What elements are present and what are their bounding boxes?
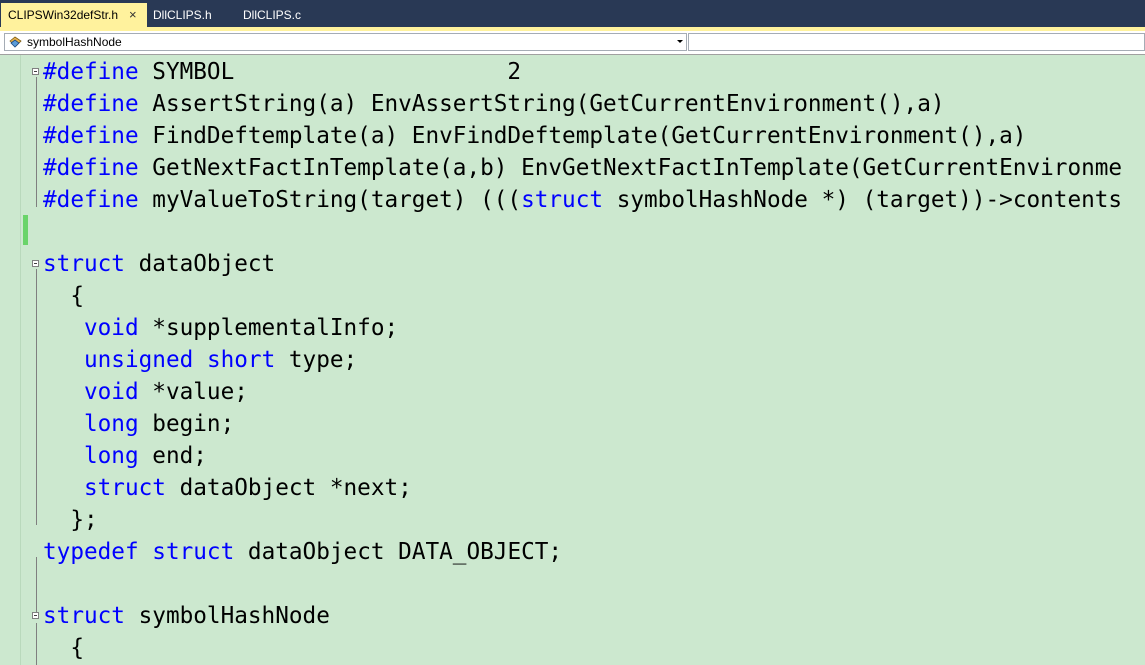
outline-guide <box>36 269 37 525</box>
code-keyword: #define <box>43 91 139 117</box>
code-line[interactable]: long begin; <box>43 408 234 440</box>
code-text: FindDeftemplate(a) EnvFindDeftemplate(Ge… <box>138 123 1027 149</box>
code-line[interactable]: { <box>43 632 84 664</box>
code-keyword: #define <box>43 123 139 149</box>
code-text: }; <box>70 507 98 533</box>
chevron-down-icon[interactable] <box>677 40 683 43</box>
code-line[interactable]: #define AssertString(a) EnvAssertString(… <box>43 88 945 120</box>
collapse-toggle-icon[interactable] <box>32 260 39 267</box>
code-line[interactable]: { <box>43 280 84 312</box>
code-line[interactable]: unsigned short type; <box>43 344 357 376</box>
code-text: SYMBOL 2 <box>138 59 522 85</box>
code-line[interactable]: #define FindDeftemplate(a) EnvFindDeftem… <box>43 120 1026 152</box>
code-text: symbolHashNode <box>124 603 330 629</box>
margin-separator <box>20 55 21 665</box>
code-line[interactable]: struct symbolHashNode <box>43 600 330 632</box>
code-line[interactable]: #define myValueToString(target) (((struc… <box>43 184 1122 216</box>
code-text: dataObject DATA_OBJECT; <box>234 539 563 565</box>
outline-guide <box>36 623 37 665</box>
code-text: dataObject <box>124 251 276 277</box>
code-keyword: struct <box>83 475 166 501</box>
scope-dropdown-value: symbolHashNode <box>27 35 122 49</box>
code-keyword: void <box>83 379 139 405</box>
tab-dllclips-c[interactable]: DllCLIPS.c <box>243 4 301 26</box>
code-line[interactable]: struct dataObject *next; <box>43 472 412 504</box>
code-keyword: struct <box>43 251 125 277</box>
member-dropdown[interactable] <box>688 33 1145 51</box>
code-keyword: void <box>83 315 139 341</box>
collapse-toggle-icon[interactable] <box>32 612 39 619</box>
code-keyword: #define <box>43 59 139 85</box>
code-text: symbolHashNode *) (target))->contents <box>603 187 1123 213</box>
tab-label: DllCLIPS.c <box>243 8 302 22</box>
code-keyword: typedef <box>43 539 139 565</box>
code-line[interactable]: long end; <box>43 440 207 472</box>
code-text: GetNextFactInTemplate(a,b) EnvGetNextFac… <box>138 155 1123 181</box>
code-keyword: struct <box>521 187 604 213</box>
indicator-margin <box>0 55 20 665</box>
code-text: AssertString(a) EnvAssertString(GetCurre… <box>138 91 945 117</box>
code-line[interactable]: typedef struct dataObject DATA_OBJECT; <box>43 536 562 568</box>
code-line[interactable]: #define SYMBOL 2 <box>43 56 521 88</box>
tab-clipswin32defstr-h[interactable]: CLIPSWin32defStr.h × <box>1 3 147 27</box>
code-line[interactable]: struct dataObject <box>43 248 275 280</box>
code-text: begin; <box>138 411 235 437</box>
code-keyword: long <box>83 443 139 469</box>
code-text: myValueToString(target) ((( <box>138 187 522 213</box>
collapse-toggle-icon[interactable] <box>32 68 39 75</box>
code-text: { <box>70 635 84 661</box>
code-keyword: short <box>206 347 276 373</box>
scope-dropdown[interactable]: symbolHashNode <box>4 33 687 51</box>
code-line[interactable]: }; <box>43 504 98 536</box>
close-icon[interactable]: × <box>129 3 137 27</box>
code-text: { <box>70 283 84 309</box>
code-keyword: struct <box>43 603 125 629</box>
code-line[interactable]: void *supplementalInfo; <box>43 312 398 344</box>
outline-guide <box>36 557 37 617</box>
document-tab-strip: CLIPSWin32defStr.h × DllCLIPS.h DllCLIPS… <box>0 0 1145 27</box>
code-text: end; <box>138 443 207 469</box>
tab-label: DllCLIPS.h <box>153 8 212 22</box>
code-keyword: #define <box>43 187 139 213</box>
code-editor[interactable]: #define SYMBOL 2 #define AssertString(a) … <box>0 55 1145 665</box>
tab-dllclips-h[interactable]: DllCLIPS.h <box>153 4 212 26</box>
navigation-bar: symbolHashNode <box>0 31 1145 55</box>
change-tracking-bar <box>23 215 28 245</box>
code-text: *value; <box>138 379 248 405</box>
code-keyword: long <box>83 411 139 437</box>
code-text: *supplementalInfo; <box>138 315 399 341</box>
tab-label: CLIPSWin32defStr.h <box>8 8 119 22</box>
code-line[interactable]: #define GetNextFactInTemplate(a,b) EnvGe… <box>43 152 1122 184</box>
code-line[interactable]: void *value; <box>43 376 248 408</box>
code-keyword: #define <box>43 155 139 181</box>
code-text: type; <box>275 347 358 373</box>
struct-icon <box>9 36 22 48</box>
code-keyword: struct <box>152 539 235 565</box>
code-keyword: unsigned <box>83 347 194 373</box>
code-text: dataObject *next; <box>165 475 412 501</box>
outline-guide <box>36 77 37 207</box>
